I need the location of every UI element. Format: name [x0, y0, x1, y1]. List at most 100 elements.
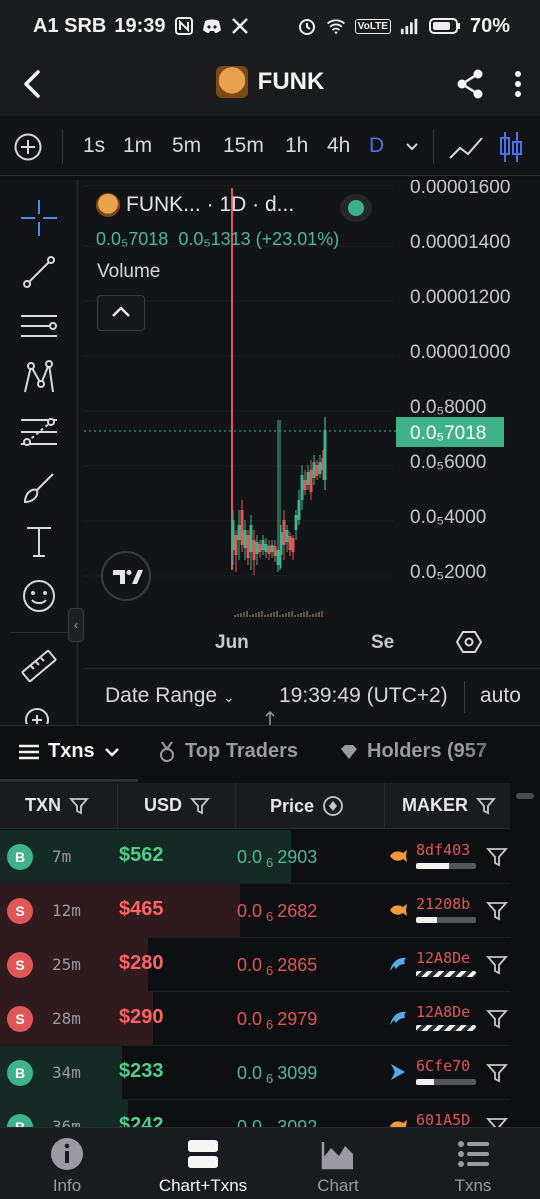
- volume-bar: [258, 612, 260, 617]
- tab-txns[interactable]: Txns: [18, 740, 121, 763]
- tradingview-logo-icon[interactable]: [101, 551, 151, 601]
- price-digits: 2979: [277, 1009, 318, 1029]
- col-usd-label: USD: [144, 795, 183, 815]
- timeframe-1d[interactable]: D: [369, 134, 384, 158]
- candle-body: [261, 540, 265, 550]
- table-row[interactable]: S 28m $290 0.0 6 2979 12A8De: [0, 992, 510, 1046]
- txn-usd: $562: [119, 844, 164, 866]
- token-name: FUNK: [257, 68, 325, 95]
- volume-bar: [234, 615, 236, 617]
- col-usd[interactable]: USD: [144, 795, 210, 816]
- trendline-tool-icon[interactable]: [19, 252, 59, 292]
- candle-body: [276, 550, 280, 565]
- maker-address[interactable]: 12A8De: [416, 1003, 470, 1021]
- price-lead: 0.0: [237, 955, 263, 975]
- maker-address[interactable]: 12A8De: [416, 949, 470, 967]
- app-header: FUNK: [0, 52, 540, 116]
- legend-change: (+23.01%): [255, 229, 340, 249]
- y-tick-label: 0.00001400: [410, 232, 510, 253]
- line-chart-type-icon[interactable]: [448, 132, 484, 162]
- timeframe-5m[interactable]: 5m: [172, 134, 201, 158]
- table-row[interactable]: S 25m $280 0.0 6 2865 12A8De: [0, 938, 510, 992]
- table-row[interactable]: B36m$2420.063092601A5D: [0, 1100, 510, 1130]
- volume-bar: [276, 611, 278, 617]
- volume-bar: [237, 614, 239, 617]
- battery-percent: 70%: [469, 14, 510, 37]
- price-lead: 0.0: [237, 847, 263, 867]
- price-zero-count: 6: [266, 855, 274, 870]
- maker-address[interactable]: 21208b: [416, 895, 470, 913]
- pattern-tool-icon[interactable]: [19, 358, 59, 398]
- nfc-icon: [174, 16, 194, 36]
- timeframe-1m[interactable]: 1m: [123, 134, 152, 158]
- col-maker[interactable]: MAKER: [402, 795, 496, 816]
- date-range-dropdown[interactable]: Date Range ⌄: [105, 684, 235, 708]
- candle-body: [285, 530, 289, 542]
- candle-body: [237, 525, 241, 540]
- candlestick-chart-type-icon[interactable]: [498, 130, 524, 164]
- candle-body: [303, 480, 307, 490]
- nav-chart[interactable]: Chart: [283, 1136, 393, 1196]
- fib-retracement-tool-icon[interactable]: [19, 412, 59, 452]
- filter-icon[interactable]: [486, 846, 508, 868]
- tab-txns-label: Txns: [48, 740, 95, 762]
- table-row[interactable]: B 7m $562 0.0 6 2903 8df403: [0, 830, 510, 884]
- timeframe-1h[interactable]: 1h: [285, 134, 308, 158]
- auto-scale-button[interactable]: auto: [480, 684, 521, 708]
- y-tick-label: 0.0₅4000: [410, 507, 486, 528]
- timeframe-dropdown-chevron-icon[interactable]: [403, 137, 421, 155]
- candle-body: [291, 538, 295, 552]
- area-chart-icon: [321, 1142, 353, 1170]
- price-zero-count: 6: [266, 909, 274, 924]
- more-options-button[interactable]: [508, 66, 528, 102]
- candle-body: [315, 465, 319, 476]
- emoji-tool-icon[interactable]: [19, 576, 59, 616]
- filter-icon[interactable]: [486, 900, 508, 922]
- zoom-tool-icon[interactable]: [19, 702, 59, 724]
- horizontal-lines-tool-icon[interactable]: [19, 306, 59, 346]
- timeframe-1s[interactable]: 1s: [83, 134, 105, 158]
- carrier-label: A1 SRB: [33, 14, 107, 37]
- volume-toggle-button[interactable]: [97, 295, 145, 331]
- ruler-tool-icon[interactable]: [19, 646, 59, 686]
- text-tool-icon[interactable]: [19, 522, 59, 562]
- crosshair-tool-icon[interactable]: [19, 198, 59, 238]
- share-button[interactable]: [454, 66, 486, 102]
- table-row[interactable]: B 34m $233 0.0 6 3099 6Cfe70: [0, 1046, 510, 1100]
- collapse-toolbar-button[interactable]: ‹: [68, 608, 84, 642]
- maker-address[interactable]: 6Cfe70: [416, 1057, 470, 1075]
- token-avatar-icon: [215, 66, 248, 98]
- timeframe-15m[interactable]: 15m: [223, 134, 264, 158]
- col-txn[interactable]: TXN: [25, 795, 89, 816]
- table-row[interactable]: S 12m $465 0.0 6 2682 21208b: [0, 884, 510, 938]
- filter-icon: [69, 797, 89, 814]
- nav-chart-txns[interactable]: Chart+Txns: [148, 1136, 258, 1196]
- txn-price: 0.0 6 3099: [237, 1063, 317, 1086]
- add-indicator-button[interactable]: [13, 132, 43, 162]
- tab-top-traders[interactable]: Top Traders: [157, 740, 298, 763]
- col-price[interactable]: Price: [270, 795, 344, 817]
- candle-body: [297, 500, 301, 520]
- chart-settings-hex-icon[interactable]: [455, 629, 483, 655]
- volte-badge: VoLTE: [354, 18, 391, 34]
- filter-icon[interactable]: [486, 1062, 508, 1084]
- candle-body: [252, 540, 256, 560]
- txn-price: 0.0 6 2903: [237, 847, 317, 870]
- maker-balance-bar: [416, 1025, 476, 1031]
- timeframe-4h[interactable]: 4h: [327, 134, 350, 158]
- maker-address[interactable]: 8df403: [416, 841, 470, 859]
- txn-type-badge: S: [7, 1006, 33, 1032]
- scrollbar[interactable]: [516, 793, 534, 799]
- chart-clock[interactable]: 19:39:49 (UTC+2): [279, 684, 448, 708]
- list-icon: [458, 1141, 489, 1167]
- nav-txns[interactable]: Txns: [418, 1136, 528, 1196]
- filter-icon[interactable]: [486, 1008, 508, 1030]
- candle-body: [282, 520, 286, 545]
- nav-info[interactable]: Info: [12, 1136, 122, 1196]
- volume-bar: [252, 614, 254, 617]
- volume-bar: [273, 612, 275, 617]
- market-status-icon[interactable]: [340, 194, 372, 222]
- brush-tool-icon[interactable]: [19, 468, 59, 508]
- filter-icon[interactable]: [486, 954, 508, 976]
- volume-bar: [240, 613, 242, 617]
